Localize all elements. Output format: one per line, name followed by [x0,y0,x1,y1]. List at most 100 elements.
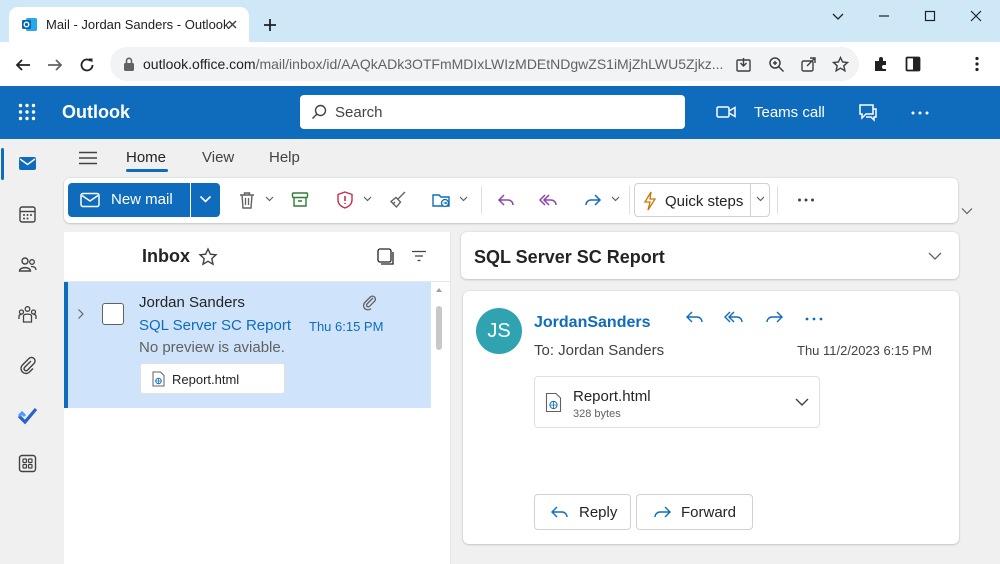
move-dropdown-chevron-icon[interactable] [459,196,468,202]
attachment-card[interactable]: Report.html 328 bytes [534,376,820,428]
attachment-filename: Report.html [573,388,651,405]
more-apps-icon[interactable] [17,453,38,474]
html-file-icon [545,392,562,413]
search-placeholder: Search [335,104,383,121]
tab-home[interactable]: Home [126,149,166,166]
forward-button[interactable]: Forward [636,494,753,530]
calendar-icon[interactable] [17,204,38,225]
quick-steps-chevron-icon[interactable] [756,196,765,202]
reply-button[interactable]: Reply [534,494,631,530]
html-file-icon [152,371,165,387]
mail-icon[interactable] [17,153,38,174]
avatar[interactable]: JS [476,308,522,354]
more-options-icon[interactable] [910,110,930,116]
outlook-favicon-icon [22,18,37,31]
collapse-chevron-icon[interactable] [928,252,942,260]
favorite-star-icon[interactable] [198,247,218,267]
extensions-puzzle-icon[interactable] [872,55,890,73]
close-window-icon[interactable] [968,8,984,24]
todo-check-icon[interactable] [17,405,38,426]
reading-pane-subject: SQL Server SC Report [474,247,665,267]
new-mail-button[interactable]: New mail [68,183,190,217]
feedback-chat-icon[interactable] [858,102,878,122]
quick-steps-button[interactable]: Quick steps [634,183,770,217]
zoom-icon[interactable] [768,56,785,73]
reply-all-arrow-icon[interactable] [538,190,558,210]
groups-icon[interactable] [17,304,38,325]
reply-icon [551,506,568,518]
teams-call-button[interactable]: Teams call [754,104,825,121]
ribbon-more-icon[interactable] [797,197,815,203]
reply-all-icon[interactable] [724,309,744,327]
new-tab-icon[interactable] [262,17,278,33]
forward-mail-arrow-icon[interactable] [583,190,603,210]
browser-toolbar: outlook.office.com/mail/inbox/id/AAQkADk… [0,42,1000,86]
app-rail [0,139,55,564]
files-paperclip-icon[interactable] [17,355,38,376]
quick-steps-label: Quick steps [665,193,744,210]
message-more-icon[interactable] [804,316,824,322]
reading-pane-subject-bar: SQL Server SC Report [461,232,959,279]
reply-icon[interactable] [685,309,705,327]
ribbon-expand-chevron-icon[interactable] [961,207,973,215]
list-item[interactable]: Jordan Sanders SQL Server SC Report Thu … [64,282,431,408]
select-messages-icon[interactable] [377,248,394,265]
scroll-thumb[interactable] [436,306,442,350]
sweep-broom-icon[interactable] [388,190,408,210]
tab-search-icon[interactable] [830,8,846,24]
rail-active-indicator [1,148,4,180]
ribbon-separator [629,186,630,214]
side-panel-icon[interactable] [904,55,922,73]
message-list: Inbox Jordan Sanders SQL Server SC Repor… [64,232,451,564]
attachment-name: Report.html [172,372,240,387]
forward-arrow-icon[interactable] [46,56,64,74]
people-icon[interactable] [17,254,38,275]
forward-dropdown-chevron-icon[interactable] [611,196,620,202]
maximize-icon[interactable] [922,8,938,24]
install-app-icon[interactable] [735,56,752,73]
reload-icon[interactable] [78,56,96,74]
search-icon [312,104,327,119]
tab-help[interactable]: Help [269,149,300,166]
bookmark-star-icon[interactable] [832,56,849,73]
minimize-icon[interactable] [876,8,892,24]
app-launcher-icon[interactable] [18,103,36,121]
browser-menu-icon[interactable] [968,55,986,73]
lock-icon[interactable] [122,56,136,72]
reply-label: Reply [579,504,618,521]
delete-trash-icon[interactable] [237,190,257,210]
recipient-line: To: Jordan Sanders [534,342,665,359]
search-input[interactable]: Search [300,95,685,129]
attachment-menu-chevron-icon[interactable] [795,398,809,406]
share-icon[interactable] [800,56,817,73]
message-list-scrollbar[interactable] [434,282,444,564]
browser-tab[interactable]: Mail - Jordan Sanders - Outlook [9,7,249,42]
scroll-up-arrow-icon[interactable] [436,288,442,292]
filter-icon[interactable] [411,250,427,262]
chevron-right-icon[interactable] [77,308,85,320]
forward-icon[interactable] [764,309,784,327]
sender-name-link[interactable]: JordanSanders [534,314,650,332]
message-card: JS JordanSanders To: Jordan Sanders Thu … [463,291,959,544]
archive-icon[interactable] [290,190,310,210]
close-tab-icon[interactable] [225,17,240,32]
message-sender: Jordan Sanders [139,294,245,311]
address-bar[interactable]: outlook.office.com/mail/inbox/id/AAQkADk… [110,47,859,81]
report-shield-icon[interactable] [335,190,355,210]
tab-view[interactable]: View [202,149,234,166]
hamburger-menu-icon[interactable] [79,151,97,165]
message-checkbox[interactable] [102,303,124,325]
report-dropdown-chevron-icon[interactable] [363,196,372,202]
move-to-folder-icon[interactable] [431,190,451,210]
outlook-brand[interactable]: Outlook [62,102,130,123]
message-preview: No preview is aviable. [139,339,285,356]
delete-dropdown-chevron-icon[interactable] [265,196,274,202]
attachment-chip[interactable]: Report.html [140,363,285,394]
attachment-paperclip-icon [362,295,376,311]
back-arrow-icon[interactable] [14,56,32,74]
url-text[interactable]: outlook.office.com/mail/inbox/id/AAQkADk… [143,56,725,72]
new-mail-dropdown[interactable] [191,183,220,217]
message-time: Thu 6:15 PM [309,319,384,334]
reply-arrow-icon[interactable] [496,190,516,210]
video-camera-icon[interactable] [716,104,736,120]
